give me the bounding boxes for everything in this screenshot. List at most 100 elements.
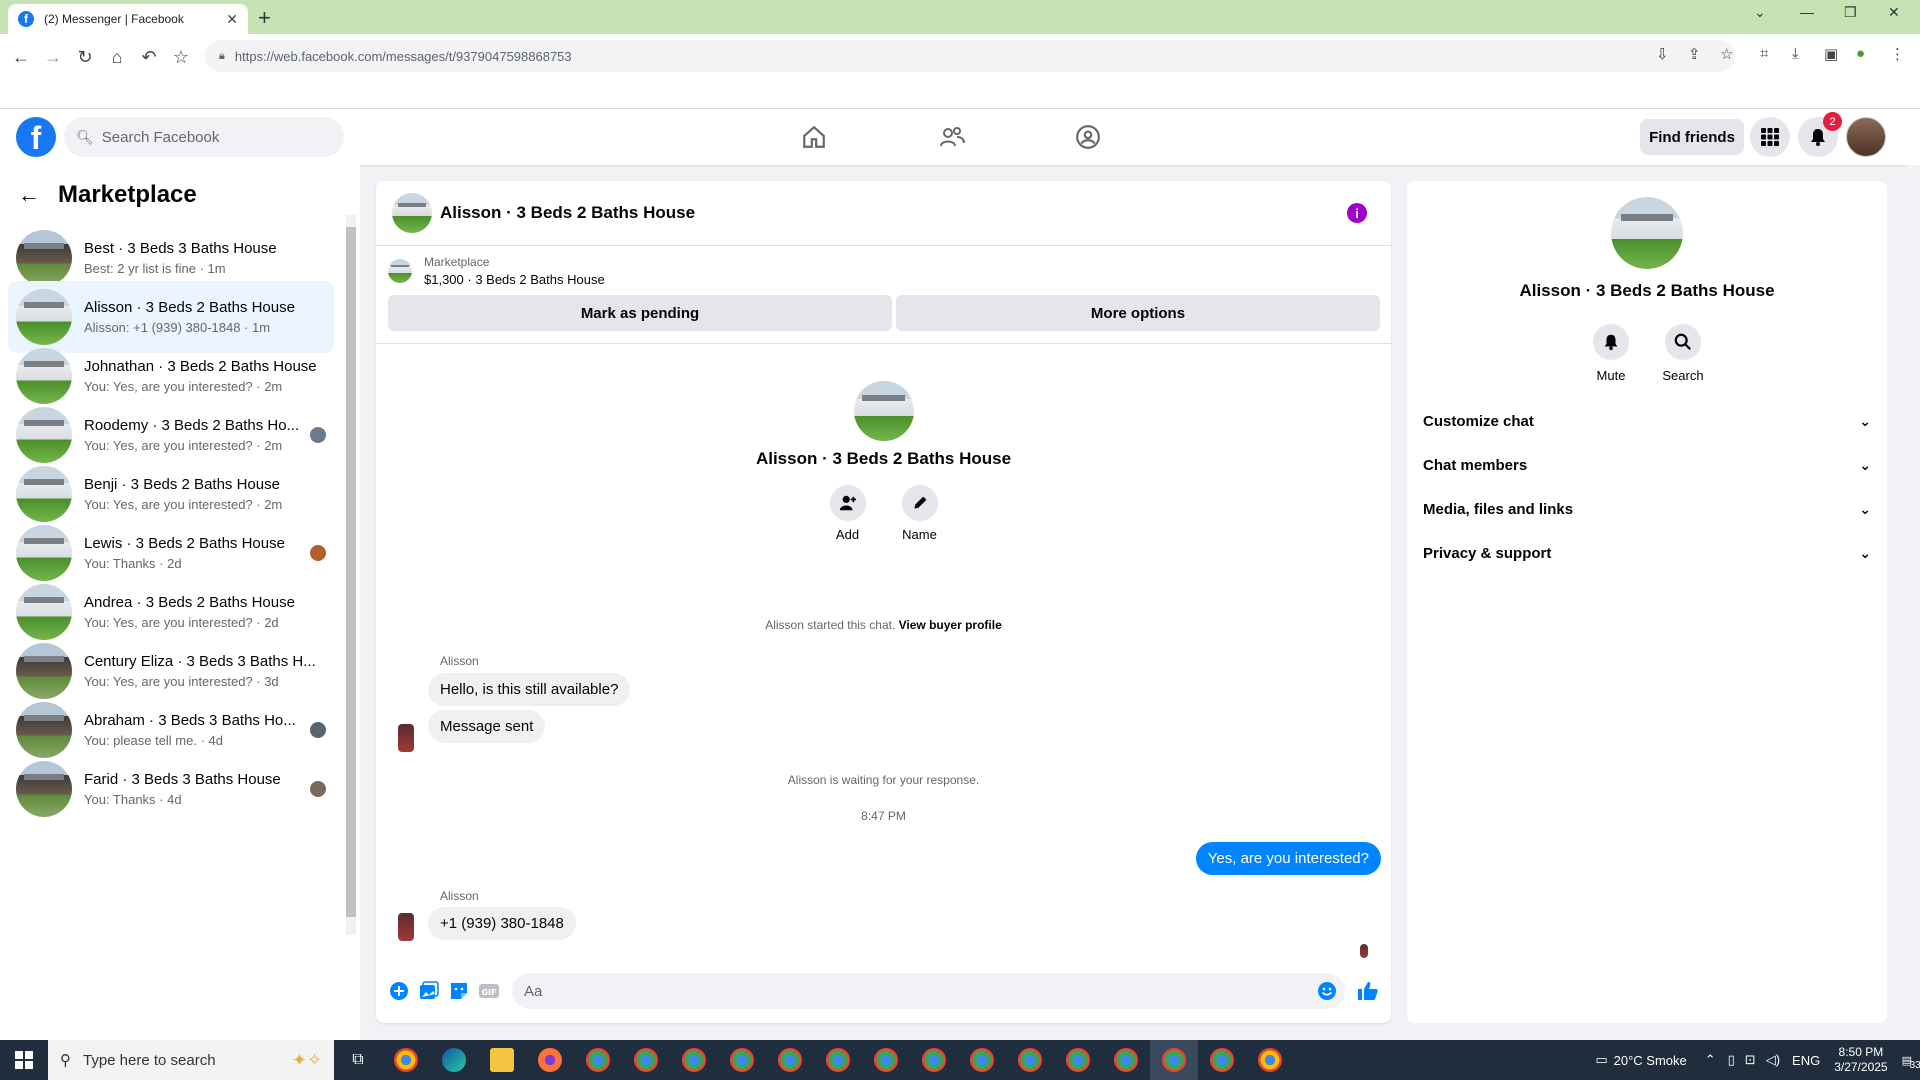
chat-thumbnail[interactable]	[392, 193, 432, 233]
sidepanel-icon[interactable]: ▣	[1824, 45, 1838, 63]
sticker-icon[interactable]	[447, 979, 471, 1003]
home-nav-icon[interactable]	[798, 121, 830, 153]
find-friends-button[interactable]: Find friends	[1640, 119, 1744, 155]
gif-icon[interactable]: GIF	[477, 979, 501, 1003]
emoji-icon[interactable]	[1317, 981, 1337, 1005]
mute-button[interactable]: Mute	[1575, 324, 1647, 383]
restore-icon[interactable]: ❐	[1844, 4, 1857, 21]
weather-text[interactable]: 20°C Smoke	[1614, 1053, 1687, 1068]
privacy-support-section[interactable]: Privacy & support ⌄	[1423, 535, 1871, 571]
firefox-app-icon[interactable]	[526, 1040, 574, 1080]
chrome-profile-icon[interactable]	[814, 1040, 862, 1080]
photo-icon[interactable]	[417, 979, 441, 1003]
chrome-profile-icon[interactable]	[862, 1040, 910, 1080]
chrome-profile-icon[interactable]	[1246, 1040, 1294, 1080]
back-arrow-icon[interactable]: ←	[18, 182, 40, 208]
profile-thumbnail[interactable]	[853, 381, 914, 441]
new-tab-icon[interactable]: +	[258, 5, 271, 31]
chat-members-section[interactable]: Chat members ⌄	[1423, 447, 1871, 483]
download-icon[interactable]: ⤓	[1792, 45, 1799, 62]
incoming-message[interactable]: Hello, is this still available?	[428, 673, 631, 706]
listing-info[interactable]: Marketplace $1,300 · 3 Beds 2 Baths Hous…	[388, 255, 605, 287]
info-thumbnail[interactable]	[1611, 197, 1683, 269]
view-buyer-profile-link[interactable]: View buyer profile	[899, 618, 1002, 632]
customize-chat-section[interactable]: Customize chat ⌄	[1423, 403, 1871, 439]
task-view-icon[interactable]: ⧉	[334, 1040, 382, 1080]
media-files-links-section[interactable]: Media, files and links ⌄	[1423, 491, 1871, 527]
chrome-profile-icon[interactable]	[1102, 1040, 1150, 1080]
chat-title[interactable]: Alisson · 3 Beds 2 Baths House	[440, 203, 695, 223]
close-tab-icon[interactable]: ✕	[226, 11, 238, 28]
chrome-profile-icon[interactable]	[958, 1040, 1006, 1080]
clock[interactable]: 8:50 PM 3/27/2025	[1834, 1045, 1887, 1075]
browser-tab[interactable]: f (2) Messenger | Facebook ✕	[8, 4, 248, 34]
back-icon[interactable]: ←	[8, 44, 34, 70]
crop-icon[interactable]: ⌗	[1760, 45, 1768, 62]
chrome-profile-icon-active[interactable]	[1150, 1040, 1198, 1080]
home-icon[interactable]: ⌂	[104, 44, 130, 70]
chrome-profile-icon[interactable]	[766, 1040, 814, 1080]
edge-app-icon[interactable]	[430, 1040, 478, 1080]
share-icon[interactable]: ⇪	[1688, 45, 1701, 63]
sender-avatar[interactable]	[398, 724, 414, 752]
forward-icon[interactable]: →	[40, 44, 66, 70]
chrome-app-icon[interactable]	[382, 1040, 430, 1080]
friends-nav-icon[interactable]	[936, 121, 968, 153]
message-input[interactable]: Aa	[512, 973, 1345, 1009]
undo-icon[interactable]: ↶	[136, 44, 162, 70]
chrome-profile-icon[interactable]	[670, 1040, 718, 1080]
read-receipt-avatar	[1360, 944, 1368, 958]
incoming-message[interactable]: Message sent	[428, 710, 546, 743]
menu-grid-icon[interactable]	[1750, 117, 1790, 157]
groups-nav-icon[interactable]	[1072, 121, 1104, 153]
weather-icon[interactable]: ▭	[1595, 1052, 1607, 1068]
volume-icon[interactable]: ◁)	[1766, 1052, 1780, 1068]
chrome-profile-icon[interactable]	[1006, 1040, 1054, 1080]
language-indicator[interactable]: ENG	[1792, 1053, 1820, 1068]
bookmark-star-icon[interactable]: ☆	[168, 44, 194, 70]
url-text: https://web.facebook.com/messages/t/9379…	[234, 48, 572, 64]
monitor-icon[interactable]: ⊡	[1745, 1052, 1756, 1068]
address-bar[interactable]: 🔒︎ https://web.facebook.com/messages/t/9…	[205, 40, 1735, 72]
page-scrollbar[interactable]	[1906, 165, 1920, 1040]
notification-center-icon[interactable]: ▤ 33	[1902, 1054, 1920, 1071]
chrome-profile-icon[interactable]	[622, 1040, 670, 1080]
taskbar-search-input[interactable]: ⚲ Type here to search ✦✧	[48, 1040, 334, 1080]
mark-as-pending-button[interactable]: Mark as pending	[388, 295, 892, 331]
add-people-button[interactable]: Add	[812, 485, 884, 542]
edit-name-button[interactable]: Name	[884, 485, 956, 542]
tab-search-icon[interactable]: ⌄	[1754, 4, 1766, 21]
minimize-icon[interactable]: —	[1800, 4, 1814, 20]
account-avatar[interactable]	[1846, 117, 1886, 157]
name-label: Name	[902, 527, 937, 542]
conversation-name: Roodemy · 3 Beds 2 Baths Ho...	[84, 417, 300, 434]
file-explorer-icon[interactable]	[478, 1040, 526, 1080]
outgoing-message[interactable]: Yes, are you interested?	[1195, 842, 1381, 875]
chrome-profile-icon[interactable]	[1198, 1040, 1246, 1080]
conversation-item[interactable]: Farid · 3 Beds 3 Baths House You: Thanks …	[8, 753, 334, 825]
plus-circle-icon[interactable]	[387, 979, 411, 1003]
windows-start-icon[interactable]	[0, 1040, 48, 1080]
profile-icon[interactable]: ●	[1856, 45, 1865, 62]
search-in-chat-button[interactable]: Search	[1647, 324, 1719, 383]
reload-icon[interactable]: ↻	[72, 44, 98, 70]
facebook-logo-icon[interactable]: f	[16, 117, 56, 157]
sidebar-scroll-thumb[interactable]	[346, 227, 356, 917]
more-options-button[interactable]: More options	[896, 295, 1380, 331]
chrome-profile-icon[interactable]	[910, 1040, 958, 1080]
info-icon[interactable]: i	[1347, 203, 1367, 223]
menu-kebab-icon[interactable]: ⋮	[1890, 45, 1905, 63]
network-icon[interactable]: ▯	[1728, 1052, 1735, 1068]
sender-avatar[interactable]	[398, 913, 414, 941]
chrome-profile-icon[interactable]	[574, 1040, 622, 1080]
thumbs-up-icon[interactable]	[1356, 979, 1380, 1003]
notifications-bell-icon[interactable]: 2	[1798, 112, 1842, 157]
star-icon[interactable]: ☆	[1720, 45, 1733, 63]
install-icon[interactable]: ⇩	[1656, 45, 1669, 63]
chrome-profile-icon[interactable]	[1054, 1040, 1102, 1080]
chrome-profile-icon[interactable]	[718, 1040, 766, 1080]
incoming-message[interactable]: +1 (939) 380-1848	[428, 907, 576, 940]
facebook-search-input[interactable]: 🔍︎ Search Facebook	[64, 117, 344, 157]
close-window-icon[interactable]: ✕	[1888, 4, 1900, 21]
chevron-up-icon[interactable]: ⌃	[1705, 1052, 1716, 1068]
